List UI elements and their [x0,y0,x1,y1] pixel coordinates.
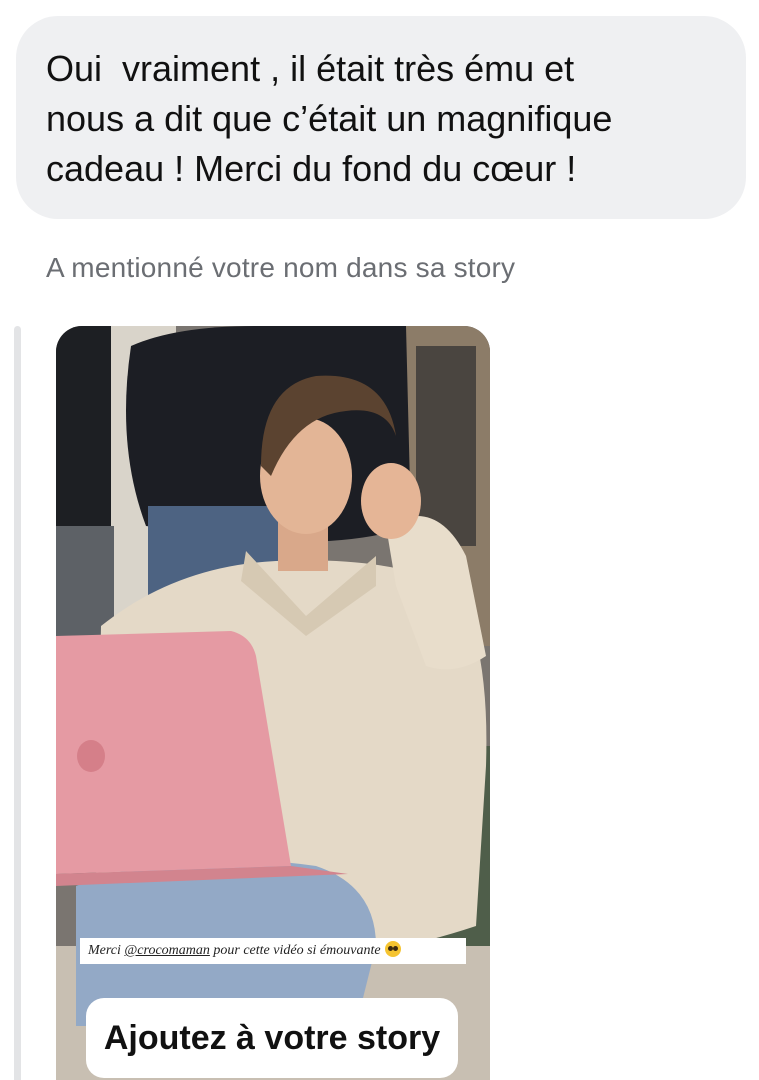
caption-prefix: Merci [88,943,125,958]
add-to-story-button[interactable]: Ajoutez à votre story [86,998,458,1078]
received-message-bubble[interactable]: Oui vraiment , il était très ému et nous… [16,16,746,219]
story-mention-notice: A mentionné votre nom dans sa story [46,252,516,283]
story-preview-card[interactable]: Merci @crocomaman pour cette vidéo si ém… [56,326,490,1080]
caption-suffix: pour cette vidéo si émouvante [209,943,381,958]
caption-mention-handle: @crocomaman [124,943,210,958]
direct-message-thread: Oui vraiment , il était très ému et nous… [0,0,759,1080]
message-line-2: nous a dit que c’était un magnifique [46,98,613,139]
message-line-3: cadeau ! Merci du fond du cœur ! [46,148,577,189]
pleading-face-icon [384,941,401,957]
story-reply-bar [14,326,21,1080]
story-photo [56,326,490,1080]
story-caption: Merci @crocomaman pour cette vidéo si ém… [80,938,466,964]
message-line-1: Oui vraiment , il était très ému et [46,48,575,89]
